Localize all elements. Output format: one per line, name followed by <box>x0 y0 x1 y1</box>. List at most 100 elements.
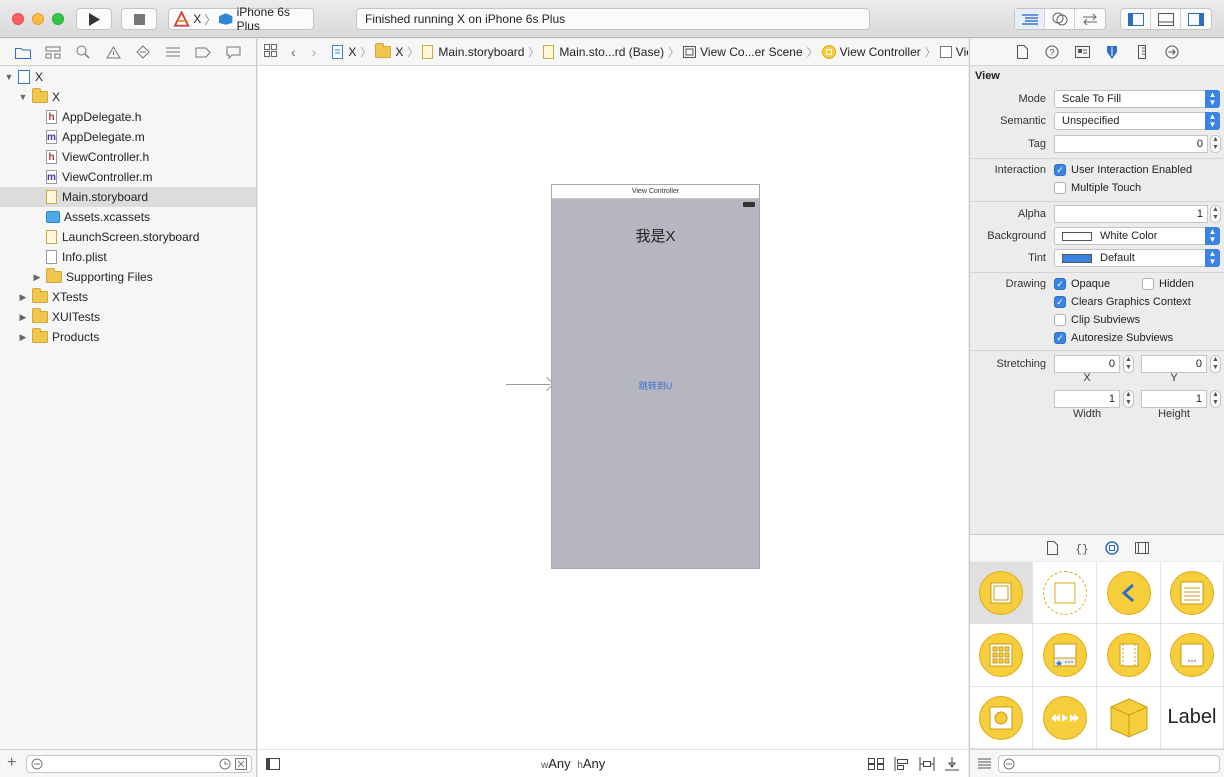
tag-stepper[interactable]: ▲ ▼ <box>1210 135 1221 153</box>
jumpbar-crumb-view[interactable]: View <box>939 45 968 59</box>
jumpbar-crumb-scene[interactable]: View Co...er Scene <box>683 45 803 59</box>
file-tree-row[interactable]: ▶ Products <box>0 327 256 347</box>
add-file-icon[interactable]: + <box>7 754 16 772</box>
navigator-filter-field[interactable] <box>26 755 252 773</box>
alpha-stepper[interactable]: ▲ ▼ <box>1210 205 1221 223</box>
library-filter-field[interactable] <box>998 755 1220 773</box>
multiple-touch-checkbox[interactable]: Multiple Touch <box>1054 182 1141 194</box>
toggle-navigator-button[interactable] <box>1121 9 1151 29</box>
library-item-page-view-controller[interactable] <box>1097 624 1161 687</box>
minimize-window-button[interactable] <box>32 13 44 25</box>
zoom-window-button[interactable] <box>52 13 64 25</box>
library-item-tab-bar-controller[interactable] <box>1033 624 1097 687</box>
disclosure-collapsed-icon[interactable]: ▶ <box>18 312 28 323</box>
file-tree-row[interactable]: h ViewController.h <box>0 147 256 167</box>
disclosure-collapsed-icon[interactable]: ▶ <box>18 332 28 343</box>
stretch-x-field[interactable]: 0 <box>1054 355 1120 373</box>
jumpbar-crumb-project[interactable]: X <box>332 45 356 59</box>
pin-icon[interactable] <box>919 757 935 771</box>
symbol-navigator-tab[interactable] <box>38 42 68 62</box>
forward-arrow-icon[interactable]: › <box>312 44 317 60</box>
library-item-navigation-controller[interactable] <box>1097 562 1161 624</box>
jumpbar-crumb-localization[interactable]: Main.sto...rd (Base) <box>543 45 664 59</box>
recent-files-clock-icon[interactable] <box>219 758 231 770</box>
file-tree-row[interactable]: m AppDelegate.m <box>0 127 256 147</box>
semantic-popup[interactable]: Unspecified ▲ ▼ <box>1054 112 1220 130</box>
file-tree-row[interactable]: ▼ X <box>0 67 256 87</box>
mode-popup[interactable]: Scale To Fill ▲ ▼ <box>1054 90 1220 108</box>
jumpbar-crumb-storyboard[interactable]: Main.storyboard <box>422 45 524 59</box>
file-tree-row[interactable]: LaunchScreen.storyboard <box>0 227 256 247</box>
related-items-button[interactable] <box>264 44 277 60</box>
clip-subviews-checkbox[interactable]: Clip Subviews <box>1054 314 1140 326</box>
file-tree-row[interactable]: ▼ X <box>0 87 256 107</box>
scene-dock-title[interactable]: View Controller <box>552 185 759 199</box>
jumpbar-crumb-view-controller[interactable]: View Controller <box>821 45 921 59</box>
tint-color-popup[interactable]: Default ▲ ▼ <box>1054 249 1220 267</box>
stretch-y-field[interactable]: 0 <box>1141 355 1207 373</box>
file-tree-row[interactable]: h AppDelegate.h <box>0 107 256 127</box>
size-inspector-tab[interactable] <box>1127 42 1157 62</box>
document-outline-toggle-icon[interactable] <box>266 758 280 770</box>
file-inspector-tab[interactable] <box>1007 42 1037 62</box>
report-navigator-tab[interactable] <box>218 42 248 62</box>
scm-status-icon[interactable] <box>235 758 247 770</box>
stretch-height-field[interactable]: 1 <box>1141 390 1207 408</box>
stretch-height-stepper[interactable]: ▲ ▼ <box>1210 390 1221 408</box>
file-tree-row[interactable]: ▶ Supporting Files <box>0 267 256 287</box>
library-item-collection-view-controller[interactable] <box>970 624 1033 687</box>
disclosure-collapsed-icon[interactable]: ▶ <box>32 272 42 283</box>
stretch-x-stepper[interactable]: ▲ ▼ <box>1123 355 1134 373</box>
file-tree-row[interactable]: Main.storyboard <box>0 187 256 207</box>
initial-scene-arrow[interactable] <box>506 384 550 385</box>
file-template-library-tab[interactable] <box>1037 541 1067 555</box>
stop-button[interactable] <box>121 8 157 30</box>
stretch-y-stepper[interactable]: ▲ ▼ <box>1210 355 1221 373</box>
user-interaction-checkbox[interactable]: ✓ User Interaction Enabled <box>1054 164 1192 176</box>
attributes-inspector-tab[interactable] <box>1097 42 1127 62</box>
disclosure-collapsed-icon[interactable]: ▶ <box>18 292 28 303</box>
debug-navigator-tab[interactable] <box>158 42 188 62</box>
library-item-label[interactable]: Label <box>1161 687 1224 749</box>
connections-inspector-tab[interactable] <box>1157 42 1187 62</box>
find-navigator-tab[interactable] <box>68 42 98 62</box>
autoresize-subviews-checkbox[interactable]: ✓ Autoresize Subviews <box>1054 332 1173 344</box>
jumpbar-crumb-group[interactable]: X <box>375 43 403 59</box>
version-editor-button[interactable] <box>1075 9 1105 29</box>
stretch-width-stepper[interactable]: ▲ ▼ <box>1123 390 1134 408</box>
file-tree-row[interactable]: Info.plist <box>0 247 256 267</box>
tag-field[interactable]: 0 <box>1054 135 1208 153</box>
object-library-tab[interactable] <box>1097 541 1127 555</box>
clears-graphics-checkbox[interactable]: ✓ Clears Graphics Context <box>1054 296 1191 308</box>
toggle-debug-area-button[interactable] <box>1151 9 1181 29</box>
hidden-checkbox[interactable]: Hidden <box>1142 278 1194 290</box>
media-library-tab[interactable] <box>1127 542 1157 554</box>
scheme-selector[interactable]: X 〉 iPhone 6s Plus <box>168 5 314 33</box>
library-item-object[interactable] <box>1097 687 1161 749</box>
library-item-view-controller[interactable] <box>970 562 1033 624</box>
toggle-utilities-button[interactable] <box>1181 9 1211 29</box>
issue-navigator-tab[interactable] <box>98 42 128 62</box>
file-tree-row[interactable]: ▶ XUITests <box>0 307 256 327</box>
root-view[interactable]: 我是X 跳转到U <box>552 199 759 568</box>
identity-inspector-tab[interactable] <box>1067 42 1097 62</box>
back-arrow-icon[interactable]: ‹ <box>291 44 296 60</box>
file-tree-row[interactable]: ▶ XTests <box>0 287 256 307</box>
quick-help-tab[interactable]: ? <box>1037 42 1067 62</box>
title-label[interactable]: 我是X <box>552 225 759 246</box>
library-item-storyboard-reference[interactable] <box>1033 562 1097 624</box>
library-item-table-view-controller[interactable] <box>1161 562 1224 624</box>
code-snippet-library-tab[interactable]: {} <box>1067 541 1097 555</box>
test-navigator-tab[interactable] <box>128 42 158 62</box>
jump-button[interactable]: 跳转到U <box>552 379 759 392</box>
library-item-glkit-view-controller[interactable] <box>1161 624 1224 687</box>
stack-views-icon[interactable] <box>868 758 884 770</box>
resolve-autolayout-icon[interactable] <box>944 757 960 771</box>
align-icon[interactable] <box>894 757 910 771</box>
size-class-selector[interactable]: wAny hAny <box>541 756 605 771</box>
project-navigator-tab[interactable] <box>8 42 38 62</box>
assistant-editor-button[interactable] <box>1045 9 1075 29</box>
standard-editor-button[interactable] <box>1015 9 1045 29</box>
disclosure-expanded-icon[interactable]: ▼ <box>18 92 28 102</box>
disclosure-expanded-icon[interactable]: ▼ <box>4 72 14 82</box>
